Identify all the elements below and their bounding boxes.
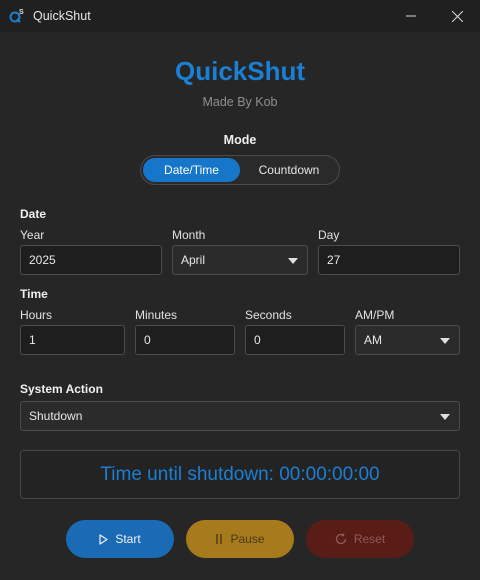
chevron-down-icon	[288, 258, 298, 264]
start-label: Start	[115, 532, 141, 546]
mode-datetime-button[interactable]: Date/Time	[143, 158, 240, 182]
month-select[interactable]: April	[172, 245, 308, 275]
play-icon	[99, 533, 108, 545]
refresh-icon	[335, 533, 346, 545]
seconds-label: Seconds	[245, 308, 292, 322]
seconds-value: 0	[254, 333, 261, 347]
year-value: 2025	[29, 253, 56, 267]
svg-text:S: S	[19, 9, 24, 16]
chevron-down-icon	[440, 338, 450, 344]
hours-value: 1	[29, 333, 36, 347]
reset-button[interactable]: Reset	[306, 520, 414, 558]
minutes-input[interactable]: 0	[135, 325, 235, 355]
pause-icon	[216, 534, 223, 544]
app-byline: Made By Kob	[202, 95, 278, 109]
ampm-select[interactable]: AM	[355, 325, 460, 355]
hours-label: Hours	[20, 308, 53, 322]
mode-label: Mode	[223, 133, 257, 147]
title-bar: S QuickShut	[0, 0, 480, 32]
app-heading: QuickShut	[174, 56, 305, 86]
day-value: 27	[327, 253, 341, 267]
ampm-label: AM/PM	[355, 308, 395, 322]
time-section-label: Time	[20, 287, 48, 301]
month-value: April	[181, 253, 206, 267]
system-action-value: Shutdown	[29, 409, 83, 423]
close-icon	[451, 10, 463, 22]
minutes-value: 0	[144, 333, 151, 347]
close-button[interactable]	[434, 0, 480, 32]
chevron-down-icon	[440, 414, 450, 420]
mode-toggle: Date/Time Countdown	[140, 155, 340, 185]
year-label: Year	[20, 228, 45, 242]
hours-input[interactable]: 1	[20, 325, 125, 355]
seconds-input[interactable]: 0	[245, 325, 345, 355]
system-action-label: System Action	[20, 382, 103, 396]
app-logo-icon: S	[9, 9, 24, 23]
minimize-button[interactable]	[388, 0, 434, 32]
pause-button[interactable]: Pause	[186, 520, 294, 558]
window-title: QuickShut	[33, 9, 91, 23]
day-label: Day	[318, 228, 340, 242]
pause-label: Pause	[230, 532, 265, 546]
start-button[interactable]: Start	[66, 520, 174, 558]
minutes-label: Minutes	[135, 308, 178, 322]
year-input[interactable]: 2025	[20, 245, 162, 275]
countdown-display: Time until shutdown: 00:00:00:00	[20, 450, 460, 499]
reset-label: Reset	[353, 532, 386, 546]
date-section-label: Date	[20, 207, 47, 221]
mode-countdown-button[interactable]: Countdown	[241, 158, 337, 182]
system-action-select[interactable]: Shutdown	[20, 401, 460, 431]
day-input[interactable]: 27	[318, 245, 460, 275]
countdown-text: Time until shutdown: 00:00:00:00	[100, 463, 380, 485]
month-label: Month	[172, 228, 206, 242]
ampm-value: AM	[364, 333, 382, 347]
minimize-icon	[406, 15, 416, 17]
